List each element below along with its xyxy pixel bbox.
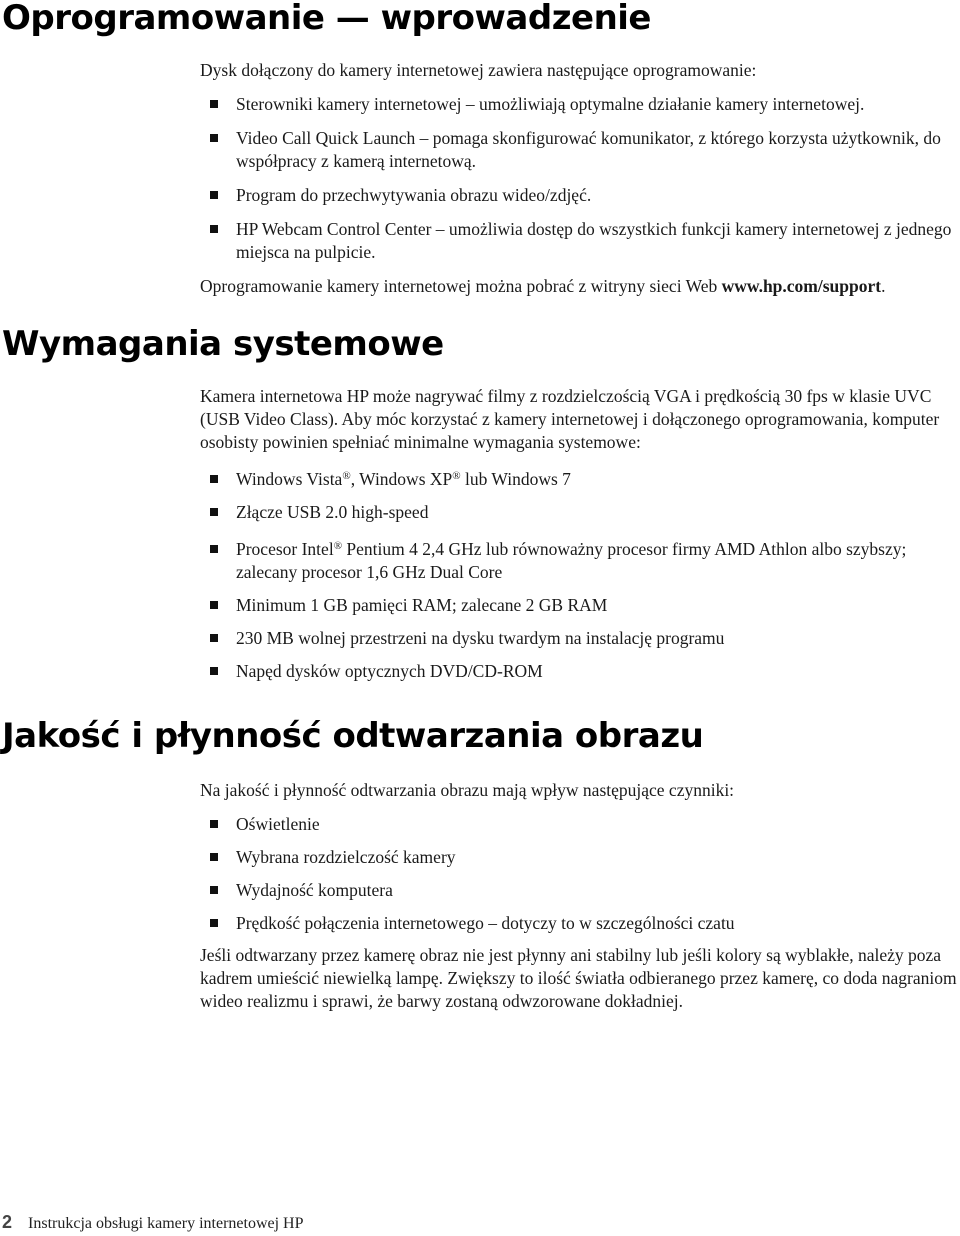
- bullet-icon: [210, 853, 218, 861]
- list-item: Wybrana rozdzielczość kamery: [200, 846, 960, 869]
- bullet-icon: [210, 886, 218, 894]
- list-item: Wydajność komputera: [200, 879, 960, 902]
- bullet-icon: [210, 634, 218, 642]
- list-item: Procesor Intel® Pentium 4 2,4 GHz lub ró…: [200, 538, 960, 584]
- section-heading-software: Oprogramowanie — wprowadzenie: [2, 0, 651, 38]
- section-body-system-requirements: Kamera internetowa HP może nagrywać film…: [200, 385, 960, 683]
- registered-mark: ®: [333, 540, 343, 552]
- factors-list: Oświetlenie Wybrana rozdzielczość kamery…: [200, 813, 960, 935]
- section-heading-video-quality: Jakość i płynność odtwarzania obrazu: [2, 716, 704, 756]
- bullet-icon: [210, 475, 218, 483]
- bullet-icon: [210, 545, 218, 553]
- download-note: Oprogramowanie kamery internetowej można…: [200, 276, 886, 296]
- list-item: Prędkość połączenia internetowego – doty…: [200, 912, 960, 935]
- list-item: Windows Vista®, Windows XP® lub Windows …: [200, 468, 960, 491]
- list-item: 230 MB wolnej przestrzeni na dysku tward…: [200, 627, 960, 650]
- list-item: Złącze USB 2.0 high-speed: [200, 501, 960, 524]
- bullet-icon: [210, 134, 218, 142]
- section-heading-system-requirements: Wymagania systemowe: [2, 324, 444, 364]
- bullet-icon: [210, 225, 218, 233]
- bullet-icon: [210, 919, 218, 927]
- list-item: Video Call Quick Launch – pomaga skonfig…: [200, 127, 960, 173]
- list-item: Minimum 1 GB pamięci RAM; zalecane 2 GB …: [200, 594, 960, 617]
- section-body-video-quality: Na jakość i płynność odtwarzania obrazu …: [200, 779, 960, 1013]
- section-body-software: Dysk dołączony do kamery internetowej za…: [200, 59, 960, 298]
- support-link[interactable]: www.hp.com/support: [722, 276, 881, 296]
- page-number: 2: [2, 1212, 13, 1232]
- intro-text: Dysk dołączony do kamery internetowej za…: [200, 60, 757, 80]
- intro-text: Kamera internetowa HP może nagrywać film…: [200, 386, 940, 452]
- list-item: Napęd dysków optycznych DVD/CD-ROM: [200, 660, 960, 683]
- bullet-icon: [210, 601, 218, 609]
- list-item: HP Webcam Control Center – umożliwia dos…: [200, 218, 960, 264]
- page-footer: 2 Instrukcja obsługi kamery internetowej …: [2, 1212, 304, 1233]
- bullet-icon: [210, 667, 218, 675]
- bullet-icon: [210, 100, 218, 108]
- list-item: Program do przechwytywania obrazu wideo/…: [200, 184, 960, 207]
- requirements-list: Windows Vista®, Windows XP® lub Windows …: [200, 468, 960, 683]
- bullet-icon: [210, 191, 218, 199]
- intro-text: Na jakość i płynność odtwarzania obrazu …: [200, 780, 735, 800]
- list-item: Oświetlenie: [200, 813, 960, 836]
- list-item: Sterowniki kamery internetowej – umożliw…: [200, 93, 960, 116]
- lighting-note: Jeśli odtwarzany przez kamerę obraz nie …: [200, 945, 957, 1011]
- bullet-icon: [210, 820, 218, 828]
- registered-mark: ®: [452, 470, 461, 482]
- footer-title: Instrukcja obsługi kamery internetowej H…: [28, 1215, 304, 1232]
- bullet-icon: [210, 508, 218, 516]
- registered-mark: ®: [342, 470, 351, 482]
- software-list: Sterowniki kamery internetowej – umożliw…: [200, 93, 960, 264]
